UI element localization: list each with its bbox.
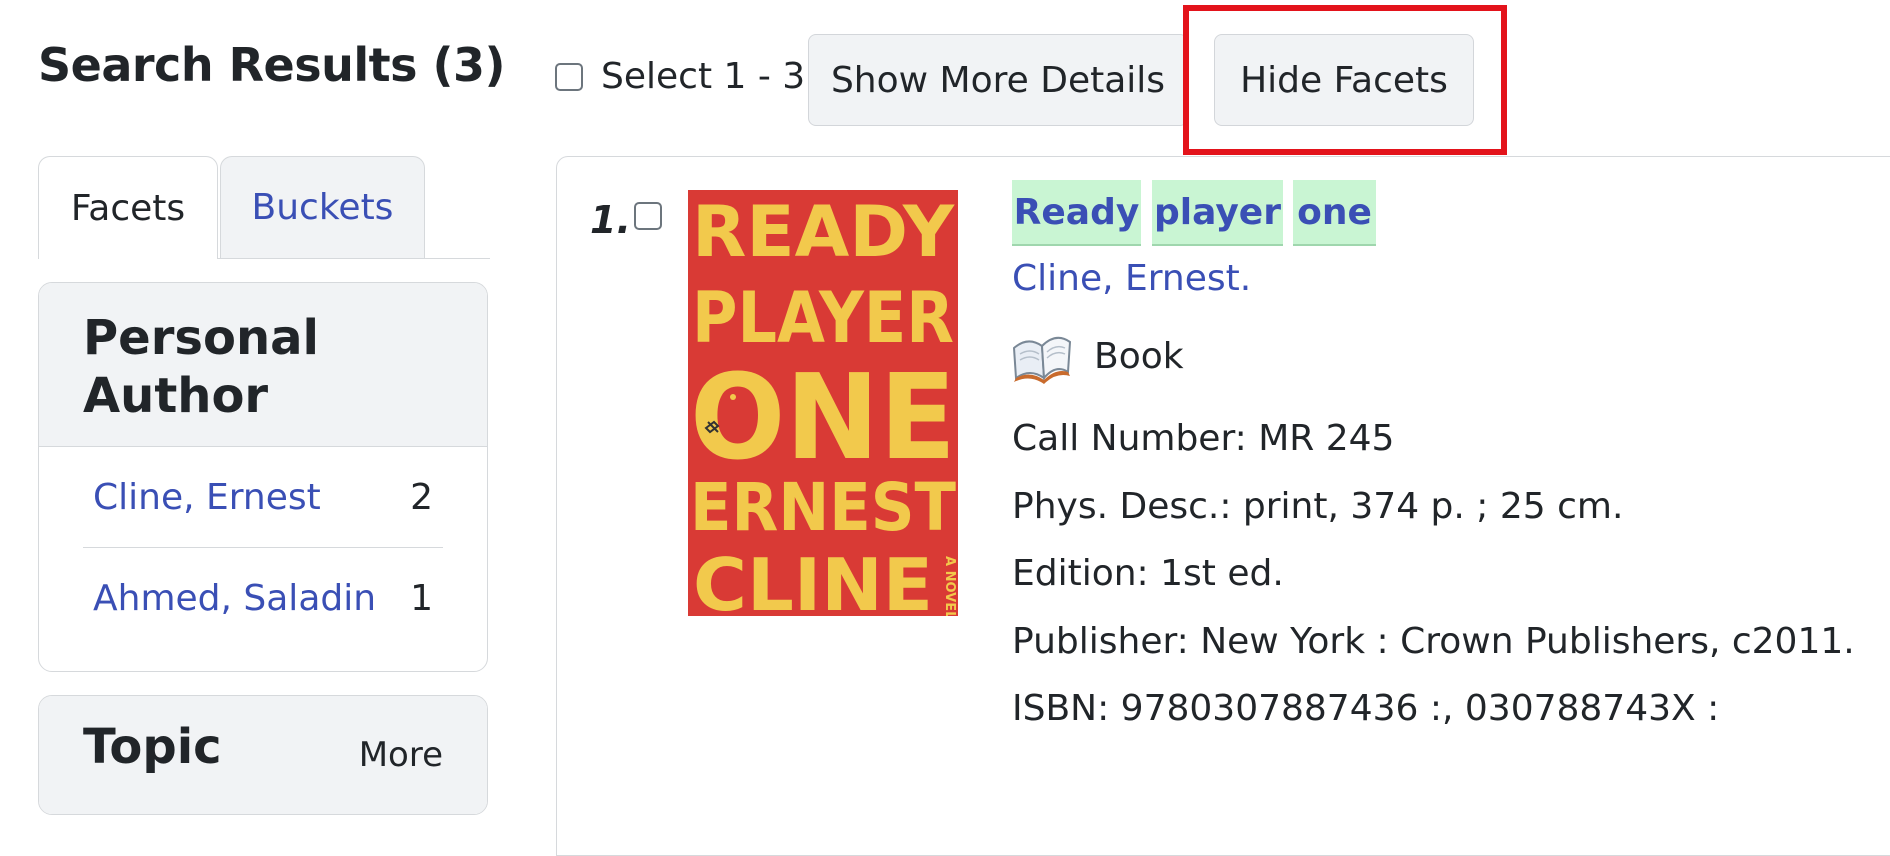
facet-item: Cline, Ernest 2 [83, 447, 443, 547]
facet-card-personal-author: Personal Author Cline, Ernest 2 Ahmed, S… [38, 282, 488, 672]
facet-more-link[interactable]: More [359, 726, 443, 784]
physical-description: Phys. Desc.: print, 374 p. ; 25 cm. [1012, 486, 1624, 527]
title-word-link[interactable]: one [1293, 180, 1376, 246]
page-title: Search Results (3) [38, 38, 506, 92]
tab-buckets[interactable]: Buckets [220, 156, 425, 258]
cover-text-line: CLINE [693, 543, 933, 616]
select-all[interactable]: Select 1 - 3 [555, 56, 805, 97]
facet-list: Cline, Ernest 2 Ahmed, Saladin 1 [39, 447, 487, 648]
select-all-label: Select 1 - 3 [601, 56, 806, 97]
facet-card-topic: Topic More [38, 695, 488, 815]
tab-facets[interactable]: Facets [38, 156, 218, 259]
author-link[interactable]: Cline, Ernest. [1012, 258, 1251, 299]
facet-link-cline-ernest[interactable]: Cline, Ernest [93, 477, 321, 518]
result-select-checkbox[interactable] [634, 202, 662, 230]
select-all-checkbox[interactable] [555, 62, 583, 91]
cover-text-line: READY [692, 191, 955, 273]
publisher: Publisher: New York : Crown Publishers, … [1012, 621, 1855, 662]
format-row: Book [1010, 326, 1184, 386]
open-book-icon [1012, 336, 1072, 384]
facet-count: 1 [410, 577, 433, 619]
facet-card-title: Personal Author [39, 283, 487, 447]
title-word-link[interactable]: Ready [1012, 180, 1141, 246]
book-cover-image[interactable]: READY PLAYER ONE ERNEST CLINE A NOVEL [688, 190, 958, 616]
facet-item: Ahmed, Saladin 1 [83, 547, 443, 648]
hide-facets-button[interactable]: Hide Facets [1214, 34, 1474, 126]
show-more-details-button[interactable]: Show More Details [808, 34, 1188, 126]
facet-card-title: Topic [83, 719, 222, 775]
cover-text-line: ONE [690, 348, 956, 486]
format-label: Book [1094, 335, 1184, 377]
cover-key-emblem [730, 394, 736, 400]
facet-link-ahmed-saladin[interactable]: Ahmed, Saladin [93, 578, 376, 619]
title-word-link[interactable]: player [1152, 180, 1283, 246]
sidebar-tabs: Facets Buckets [38, 156, 490, 259]
result-number: 1. [590, 198, 631, 242]
facet-count: 2 [410, 476, 433, 518]
facet-card-header: Topic More [39, 696, 487, 814]
cover-side-text: A NOVEL [942, 556, 957, 616]
edition: Edition: 1st ed. [1012, 553, 1284, 594]
isbn: ISBN: 9780307887436 :, 030788743X : [1012, 688, 1720, 729]
cover-text-line: PLAYER [692, 277, 954, 359]
call-number: Call Number: MR 245 [1012, 418, 1395, 459]
cover-text-line: ERNEST [690, 469, 956, 546]
